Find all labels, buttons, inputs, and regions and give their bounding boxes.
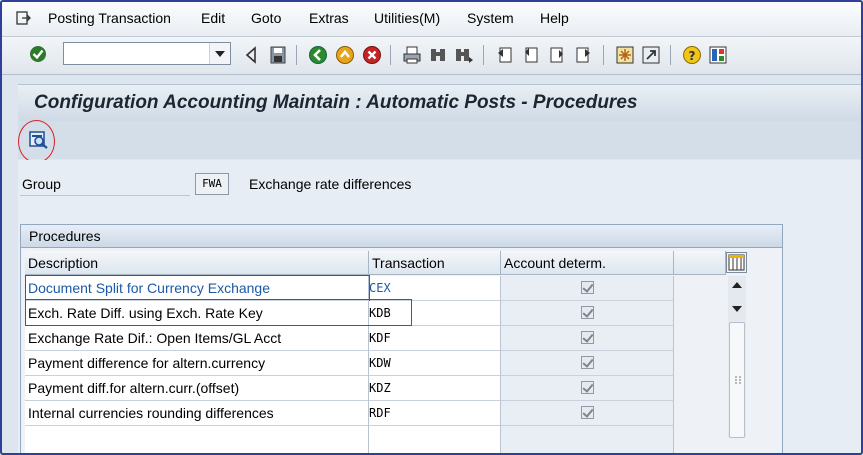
page-title: Configuration Accounting Maintain : Auto… [34,92,638,113]
find-icon[interactable] [428,45,448,65]
empty-cell [25,426,369,453]
title-bar: Configuration Accounting Maintain : Auto… [18,84,861,122]
group-value-field: FWA [195,173,229,195]
exit-icon[interactable] [335,45,355,65]
account-determ-checkbox [581,306,594,319]
empty-cell [369,426,501,453]
toolbar-separator [296,45,297,65]
command-dropdown-button[interactable] [209,43,230,64]
account-determ-cell [501,301,674,326]
application-toolbar [18,121,861,159]
command-field[interactable] [63,42,231,65]
layout-menu-icon[interactable] [708,45,728,65]
annotation-circle [18,120,55,163]
save-icon[interactable] [268,45,288,65]
previous-page-icon[interactable] [521,45,541,65]
procedures-panel-title: Procedures [29,228,101,244]
table-settings-button[interactable] [726,252,747,273]
back-arrow-icon[interactable] [242,45,262,65]
last-page-icon[interactable] [573,45,593,65]
description-cell[interactable]: Internal currencies rounding differences [25,401,369,426]
create-session-icon[interactable] [615,45,635,65]
transaction-cell[interactable]: CEX [369,276,501,301]
help-icon[interactable]: ? [682,45,702,65]
account-determ-cell [501,351,674,376]
toolbar-separator [603,45,604,65]
account-determ-checkbox [581,331,594,344]
toolbar-separator [483,45,484,65]
shortcut-icon[interactable] [641,45,661,65]
column-header-description[interactable]: Description [25,251,369,275]
cancel-icon[interactable] [362,45,382,65]
first-page-icon[interactable] [495,45,515,65]
enter-icon[interactable] [28,44,48,64]
column-config-icon [728,254,745,271]
procedures-panel-header: Procedures [21,225,782,248]
next-page-icon[interactable] [547,45,567,65]
transaction-cell[interactable]: KDW [369,351,501,376]
description-cell[interactable]: Payment diff.for altern.curr.(offset) [25,376,369,401]
standard-toolbar: ? [2,37,861,75]
system-menu-icon[interactable] [16,10,32,26]
menu-bar: Posting Transaction Edit Goto Extras Uti… [2,2,861,37]
menu-posting-transaction[interactable]: Posting Transaction [48,10,171,26]
account-determ-cell [501,401,674,426]
toolbar-separator [670,45,671,65]
menu-extras[interactable]: Extras [309,10,349,26]
scroll-up-icon[interactable] [728,277,746,295]
account-determ-checkbox [581,356,594,369]
print-icon[interactable] [402,45,422,65]
account-determ-cell [501,276,674,301]
transaction-cell[interactable]: KDF [369,326,501,351]
chevron-down-icon [215,51,225,57]
grip-icon [735,376,741,384]
field-underline [20,195,190,196]
account-determ-checkbox [581,381,594,394]
menu-edit[interactable]: Edit [201,10,225,26]
group-description: Exchange rate differences [249,176,412,192]
account-determ-checkbox [581,406,594,419]
transaction-cell[interactable]: KDZ [369,376,501,401]
toolbar-separator [390,45,391,65]
transaction-cell[interactable]: RDF [369,401,501,426]
sap-window: Posting Transaction Edit Goto Extras Uti… [0,0,863,455]
back-icon[interactable] [308,45,328,65]
find-next-icon[interactable] [454,45,474,65]
description-cell[interactable]: Exchange Rate Dif.: Open Items/GL Acct [25,326,369,351]
menu-utilities[interactable]: Utilities(M) [374,10,440,26]
column-header-transaction[interactable]: Transaction [369,251,501,275]
column-header-filler [674,251,726,275]
column-header-account-determ[interactable]: Account determ. [501,251,674,275]
empty-cell [501,426,674,453]
account-determ-checkbox [581,281,594,294]
account-determ-cell [501,376,674,401]
annotation-box [25,299,412,326]
group-label: Group [22,176,61,192]
svg-text:?: ? [689,49,696,63]
annotation-bracket [25,275,370,301]
menu-system[interactable]: System [467,10,514,26]
menu-goto[interactable]: Goto [251,10,281,26]
description-cell[interactable]: Payment difference for altern.currency [25,351,369,376]
scroll-down-icon[interactable] [728,299,746,317]
account-determ-cell [501,326,674,351]
scrollbar-thumb[interactable] [729,322,745,438]
menu-help[interactable]: Help [540,10,569,26]
